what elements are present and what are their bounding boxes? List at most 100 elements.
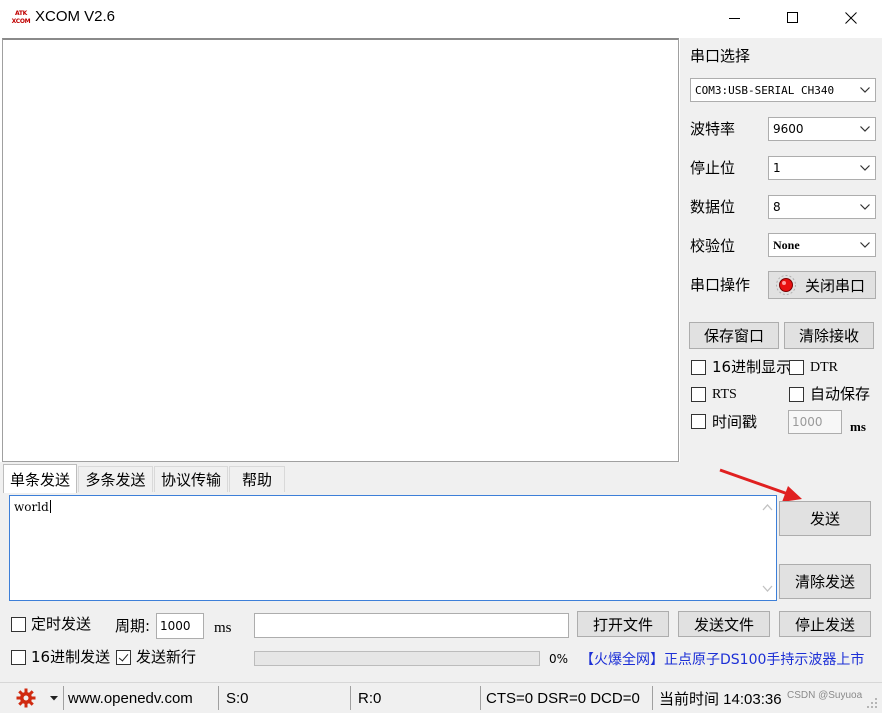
- stop-bits-select[interactable]: 1: [768, 156, 876, 180]
- current-time: 当前时间 14:03:36: [659, 690, 782, 708]
- sent-count: S:0: [226, 689, 249, 707]
- status-divider: [350, 686, 351, 710]
- hex-send-label: 16进制发送: [31, 648, 111, 666]
- settings-dropdown-button[interactable]: [50, 683, 58, 713]
- dtr-checkbox[interactable]: [789, 360, 804, 375]
- clear-receive-button[interactable]: 清除接收: [784, 322, 874, 349]
- caret-down-icon: [50, 695, 58, 700]
- timestamp-label: 时间戳: [712, 413, 758, 431]
- open-file-button[interactable]: 打开文件: [577, 611, 669, 637]
- save-window-label: 保存窗口: [703, 327, 764, 345]
- progress-percent: 0%: [549, 652, 569, 666]
- auto-save-checkbox[interactable]: [789, 387, 804, 402]
- send-text-area[interactable]: world: [9, 495, 777, 601]
- send-file-label: 发送文件: [693, 615, 754, 634]
- logo-text-top: ATK: [14, 10, 28, 17]
- minimize-icon: [729, 18, 740, 19]
- timestamp-checkbox[interactable]: [691, 414, 706, 429]
- port-select-value: COM3:USB-SERIAL CH340: [695, 83, 835, 97]
- scroll-arrows-icon: [762, 504, 773, 592]
- data-bits-value: 8: [773, 200, 781, 214]
- port-select-label: 串口选择: [690, 47, 751, 65]
- send-progress-bar: [254, 651, 540, 666]
- stop-send-button[interactable]: 停止发送: [779, 611, 871, 637]
- logo-text-bottom: XCOM: [11, 18, 31, 25]
- status-divider: [63, 686, 64, 710]
- close-port-button[interactable]: 关闭串口: [768, 271, 876, 299]
- gear-icon: [16, 688, 36, 708]
- tab-protocol-transfer[interactable]: 协议传输: [154, 466, 228, 492]
- status-divider: [652, 686, 653, 710]
- timestamp-unit: ms: [850, 419, 866, 434]
- baud-label: 波特率: [690, 120, 736, 138]
- close-window-button[interactable]: [822, 0, 880, 36]
- chevron-down-icon: [855, 234, 875, 256]
- timed-send-checkbox[interactable]: [11, 617, 26, 632]
- close-icon: [845, 12, 857, 24]
- send-newline-label: 发送新行: [136, 648, 197, 666]
- title-bar: ATK XCOM XCOM V2.6: [0, 0, 882, 36]
- text-caret: [49, 500, 51, 513]
- tab-single-send[interactable]: 单条发送: [3, 464, 77, 493]
- parity-label: 校验位: [690, 237, 736, 255]
- maximize-button[interactable]: [764, 0, 822, 36]
- send-text-content: world: [14, 500, 51, 514]
- window-title: XCOM V2.6: [35, 8, 116, 25]
- clear-receive-label: 清除接收: [798, 327, 859, 345]
- app-logo: ATK XCOM: [11, 9, 31, 27]
- stop-bits-label: 停止位: [690, 159, 736, 177]
- hex-display-label: 16进制显示: [712, 358, 792, 376]
- send-text: world: [14, 500, 49, 514]
- chevron-down-icon: [855, 79, 875, 101]
- period-input[interactable]: 1000: [156, 613, 204, 639]
- clear-send-button[interactable]: 清除发送: [779, 564, 871, 599]
- chevron-down-icon: [855, 196, 875, 218]
- resize-grip-icon[interactable]: [866, 697, 878, 709]
- status-divider: [480, 686, 481, 710]
- save-window-button[interactable]: 保存窗口: [689, 322, 779, 349]
- rts-checkbox[interactable]: [691, 387, 706, 402]
- tab-multi-send[interactable]: 多条发送: [78, 466, 153, 492]
- hex-send-checkbox[interactable]: [11, 650, 26, 665]
- auto-save-label: 自动保存: [810, 385, 871, 403]
- parity-select[interactable]: None: [768, 233, 876, 257]
- send-button[interactable]: 发送: [779, 501, 871, 536]
- received-count: R:0: [358, 689, 382, 707]
- file-path-input[interactable]: [254, 613, 569, 638]
- data-bits-label: 数据位: [690, 198, 736, 216]
- baud-value: 9600: [773, 122, 804, 136]
- signal-status: CTS=0 DSR=0 DCD=0: [486, 689, 640, 707]
- send-label: 发送: [809, 510, 840, 528]
- website-link[interactable]: www.openedv.com: [68, 683, 193, 713]
- send-file-button[interactable]: 发送文件: [678, 611, 770, 637]
- period-label: 周期:: [115, 617, 151, 635]
- tab-help[interactable]: 帮助: [229, 466, 285, 492]
- port-select[interactable]: COM3:USB-SERIAL CH340: [690, 78, 876, 102]
- send-text-scrollbar[interactable]: [759, 496, 776, 600]
- port-status-led-icon: [775, 274, 797, 296]
- baud-select[interactable]: 9600: [768, 117, 876, 141]
- status-bar: www.openedv.com S:0 R:0 CTS=0 DSR=0 DCD=…: [0, 682, 882, 713]
- minimize-button[interactable]: [706, 0, 764, 36]
- stop-bits-value: 1: [773, 161, 781, 175]
- open-file-label: 打开文件: [592, 615, 653, 634]
- maximize-icon: [787, 12, 798, 23]
- hex-display-checkbox[interactable]: [691, 360, 706, 375]
- receive-text-area[interactable]: [2, 38, 679, 462]
- data-bits-select[interactable]: 8: [768, 195, 876, 219]
- timestamp-interval-input[interactable]: 1000: [788, 410, 842, 434]
- stop-send-label: 停止发送: [794, 615, 855, 634]
- settings-gear-button[interactable]: [16, 683, 36, 713]
- send-newline-checkbox[interactable]: [116, 650, 131, 665]
- chevron-down-icon: [855, 118, 875, 140]
- dtr-label: DTR: [810, 360, 838, 375]
- csdn-watermark: CSDN @Suyuoa: [787, 690, 863, 701]
- close-port-label: 关闭串口: [805, 276, 866, 295]
- status-divider: [218, 686, 219, 710]
- ad-link[interactable]: 【火爆全网】正点原子DS100手持示波器上市: [580, 651, 864, 669]
- rts-label: RTS: [712, 387, 737, 402]
- period-unit: ms: [214, 620, 232, 636]
- parity-value: None: [773, 237, 800, 252]
- clear-send-label: 清除发送: [794, 573, 855, 591]
- port-operation-label: 串口操作: [690, 276, 751, 294]
